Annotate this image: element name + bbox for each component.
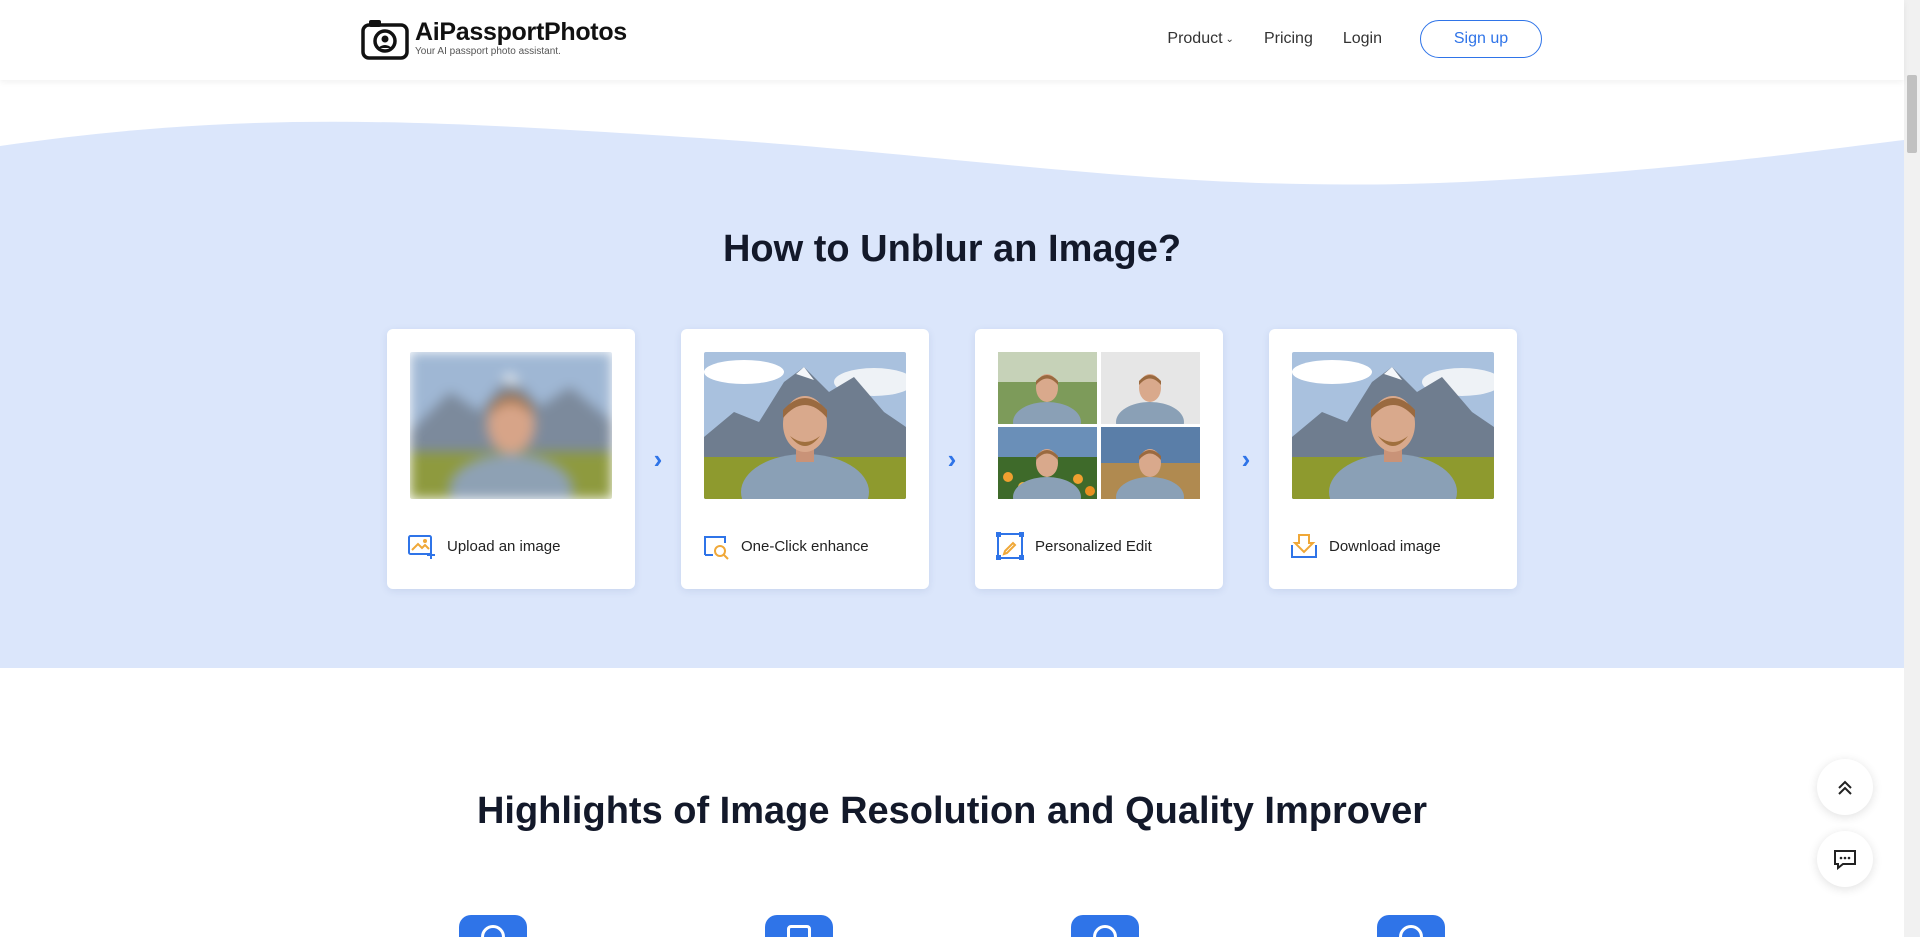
- collage-photo-sunset: [1101, 427, 1200, 499]
- chevron-right-icon: ›: [947, 443, 957, 474]
- scroll-to-top-button[interactable]: [1817, 759, 1873, 815]
- upload-image-icon: [408, 535, 435, 559]
- step-label: Upload an image: [447, 537, 561, 555]
- final-photo: [1292, 352, 1494, 499]
- main-nav: Product ⌄ Pricing Login Sign up: [1167, 20, 1542, 58]
- chat-icon: [1834, 850, 1856, 870]
- chevron-right-icon: ›: [653, 443, 663, 474]
- nav-product[interactable]: Product ⌄: [1167, 30, 1234, 48]
- download-icon: [1291, 534, 1317, 558]
- nav-pricing[interactable]: Pricing: [1264, 30, 1313, 48]
- double-chevron-up-icon: [1838, 780, 1852, 795]
- step-label: One-Click enhance: [741, 537, 869, 555]
- step-label: Download image: [1329, 537, 1441, 555]
- steps-row: Upload an image › One-Click enhance › Pe…: [387, 329, 1517, 589]
- chevron-right-icon: ›: [1241, 443, 1251, 474]
- edit-icon: [996, 532, 1024, 560]
- logo-tagline: Your AI passport photo assistant.: [415, 46, 561, 57]
- collage-photo-flowers: [998, 427, 1097, 499]
- chat-button[interactable]: [1817, 831, 1873, 887]
- highlight-icon: [1377, 915, 1445, 937]
- blurred-photo: [410, 352, 612, 499]
- nav-product-label: Product: [1167, 30, 1223, 47]
- step-card-upload: Upload an image: [387, 329, 635, 589]
- signup-button[interactable]: Sign up: [1420, 20, 1542, 58]
- enhance-icon: [704, 536, 729, 560]
- enhanced-photo: [704, 352, 906, 499]
- nav-login[interactable]: Login: [1343, 30, 1382, 48]
- step-label: Personalized Edit: [1035, 537, 1152, 555]
- step-card-download: Download image: [1269, 329, 1517, 589]
- highlight-icon: [765, 915, 833, 937]
- scrollbar-thumb[interactable]: [1907, 75, 1917, 153]
- collage-photo-gray-bg: [1101, 352, 1200, 424]
- highlights-icons-row: [459, 915, 1445, 937]
- edit-collage: [998, 352, 1200, 499]
- page-scrollbar[interactable]: [1904, 0, 1920, 937]
- camera-logo-icon: [361, 20, 409, 60]
- logo[interactable]: AiPassportPhotos Your AI passport photo …: [361, 18, 627, 60]
- highlights-title: Highlights of Image Resolution and Quali…: [476, 790, 1428, 832]
- chevron-down-icon: ⌄: [1225, 33, 1234, 45]
- collage-photo-blur-bg: [998, 352, 1097, 424]
- step-card-edit: Personalized Edit: [975, 329, 1223, 589]
- highlight-icon: [1071, 915, 1139, 937]
- highlight-icon: [459, 915, 527, 937]
- logo-name: AiPassportPhotos: [415, 18, 627, 46]
- how-title: How to Unblur an Image?: [722, 228, 1182, 270]
- step-card-enhance: One-Click enhance: [681, 329, 929, 589]
- site-header: AiPassportPhotos Your AI passport photo …: [0, 0, 1904, 80]
